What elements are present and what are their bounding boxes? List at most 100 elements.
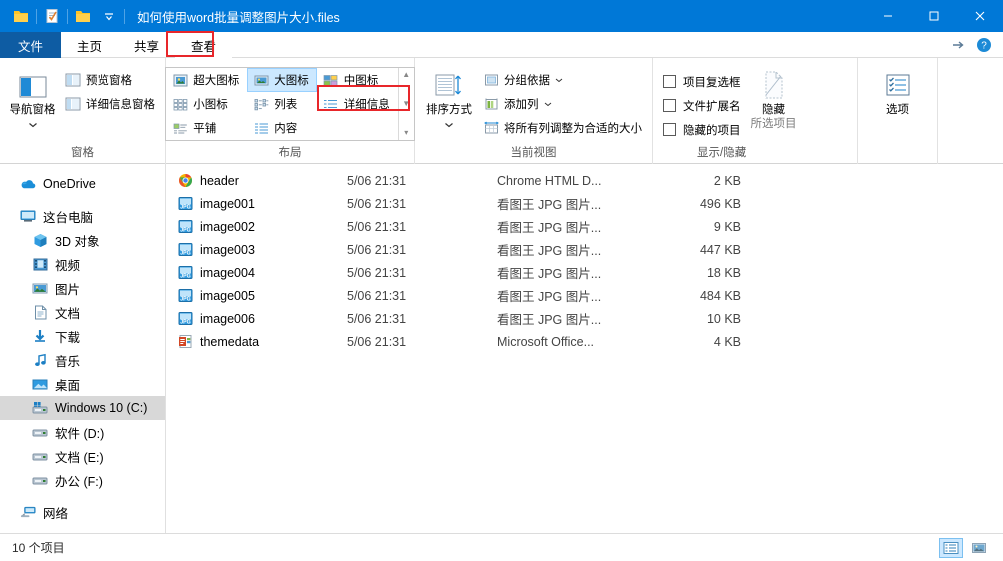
checkbox-hidden-items[interactable] (663, 123, 676, 136)
file-name-cell[interactable]: JPG image002 (167, 219, 347, 235)
tab-file[interactable]: 文件 (0, 32, 62, 58)
sidebar-label-desktop: 桌面 (55, 378, 81, 393)
sidebar-item-videos[interactable]: 视频 (0, 252, 165, 276)
add-columns-button[interactable]: 添加列 (479, 93, 646, 115)
gallery-label-details: 详细信息 (343, 99, 390, 111)
new-folder-icon[interactable] (70, 3, 96, 29)
sidebar-item-3d-objects[interactable]: 3D 对象 (0, 228, 165, 252)
file-explorer-window: 如何使用word批量调整图片大小.files 文件 主页 共享 查看 ? 导航窗… (0, 0, 1003, 561)
checkbox-file-extensions[interactable] (663, 99, 676, 112)
options-button[interactable]: 选项 (867, 63, 929, 117)
close-button[interactable] (957, 0, 1003, 32)
ribbon-group-show-hide: 项目复选框 文件扩展名 隐藏的项目 隐藏 所选项目 显示/隐藏 (653, 58, 858, 164)
sidebar-item-pictures[interactable]: 图片 (0, 276, 165, 300)
preview-pane-button[interactable]: 预览窗格 (61, 69, 159, 91)
file-name: image003 (200, 242, 255, 257)
quick-access-toolbar (0, 3, 127, 29)
gallery-label-medium-icons: 中图标 (343, 75, 379, 87)
3d-objects-icon (32, 232, 48, 248)
gallery-item-small-icons[interactable]: 小图标 (166, 92, 247, 116)
file-name-cell[interactable]: JPG image003 (167, 242, 347, 258)
office-theme-icon (177, 334, 193, 350)
gallery-more-icon[interactable]: ▾ (404, 129, 408, 137)
table-row[interactable]: JPG image001 5/06 21:31 看图王 JPG 图片... 49… (167, 192, 1003, 215)
sidebar-item-onedrive[interactable]: OneDrive (0, 172, 165, 196)
window-title: 如何使用word批量调整图片大小.files (137, 10, 340, 25)
item-checkboxes-option[interactable]: 项目复选框 (663, 71, 741, 92)
sidebar-item-drive-e[interactable]: 文档 (E:) (0, 444, 165, 468)
scroll-up-icon[interactable]: ▲ (402, 71, 410, 79)
table-row[interactable]: JPG image005 5/06 21:31 看图王 JPG 图片... 48… (167, 284, 1003, 307)
gallery-item-details[interactable]: 详细信息 (317, 92, 398, 116)
size-all-columns-button[interactable]: 将所有列调整为合适的大小 (479, 117, 646, 139)
file-name-cell[interactable]: themedata (167, 334, 347, 350)
hidden-items-option[interactable]: 隐藏的项目 (663, 119, 741, 140)
layout-gallery-scrollbar[interactable]: ▲ ▼ ▾ (397, 68, 414, 140)
gallery-item-list[interactable]: 列表 (247, 92, 317, 116)
scroll-down-icon[interactable]: ▼ (402, 100, 410, 108)
sidebar-item-drive-d[interactable]: 软件 (D:) (0, 420, 165, 444)
maximize-button[interactable] (911, 0, 957, 32)
onedrive-icon (20, 176, 36, 192)
qat-dropdown-icon[interactable] (96, 3, 122, 29)
folder-icon[interactable] (8, 3, 34, 29)
gallery-item-medium-icons[interactable]: 中图标 (317, 68, 398, 92)
file-date: 5/06 21:31 (347, 288, 407, 303)
qat-separator (36, 8, 37, 24)
list-view-icon (253, 96, 269, 112)
sidebar-item-this-pc[interactable]: 这台电脑 (0, 204, 165, 228)
window-controls (865, 0, 1003, 32)
file-type: 看图王 JPG 图片... (497, 221, 602, 235)
table-row[interactable]: themedata 5/06 21:31 Microsoft Office...… (167, 330, 1003, 353)
large-icons-view-button[interactable] (967, 538, 991, 558)
documents-icon (32, 304, 48, 320)
sidebar-item-drive-f[interactable]: 办公 (F:) (0, 468, 165, 492)
file-name-cell[interactable]: JPG image004 (167, 265, 347, 281)
tab-view[interactable]: 查看 (175, 32, 233, 58)
table-row[interactable]: header 5/06 21:31 Chrome HTML D... 2 KB (167, 169, 1003, 192)
downloads-icon (32, 328, 48, 344)
table-row[interactable]: JPG image006 5/06 21:31 看图王 JPG 图片... 10… (167, 307, 1003, 330)
gallery-item-large-icons[interactable]: 大图标 (247, 68, 317, 92)
sort-by-button[interactable]: 排序方式 (421, 63, 477, 131)
file-list[interactable]: header 5/06 21:31 Chrome HTML D... 2 KB … (167, 164, 1003, 533)
table-row[interactable]: JPG image004 5/06 21:31 看图王 JPG 图片... 18… (167, 261, 1003, 284)
file-extensions-label: 文件扩展名 (683, 100, 741, 113)
file-extensions-option[interactable]: 文件扩展名 (663, 95, 741, 116)
svg-text:JPG: JPG (180, 204, 190, 210)
help-icon[interactable]: ? (975, 36, 993, 54)
sidebar-label-network: 网络 (43, 506, 69, 521)
sidebar-item-music[interactable]: 音乐 (0, 348, 165, 372)
file-name-cell[interactable]: JPG image006 (167, 311, 347, 327)
details-pane-button[interactable]: 详细信息窗格 (61, 93, 159, 115)
tab-home[interactable]: 主页 (61, 32, 118, 58)
hide-selected-items-label-line1: 隐藏 (762, 104, 785, 116)
hide-selected-items-button[interactable]: 隐藏 所选项目 (745, 63, 803, 131)
gallery-item-extra-large-icons[interactable]: 超大图标 (166, 68, 247, 92)
sidebar-item-documents[interactable]: 文档 (0, 300, 165, 324)
ribbon-group-current-view: 排序方式 分组依据 添加列 将所有列调整为合适的大小 当前视图 (415, 58, 653, 164)
checkbox-item-checkboxes[interactable] (663, 75, 676, 88)
table-row[interactable]: JPG image003 5/06 21:31 看图王 JPG 图片... 44… (167, 238, 1003, 261)
sidebar-item-windows-drive[interactable]: Windows 10 (C:) (0, 396, 165, 420)
file-name-cell[interactable]: JPG image005 (167, 288, 347, 304)
details-view-button[interactable] (939, 537, 963, 558)
ribbon-group-layout: 超大图标 大图标 中图标 小图标 列表 详细信息 平铺 内容 ▲ ▼ ▾ 布局 (165, 58, 415, 164)
file-name-cell[interactable]: header (167, 173, 347, 189)
ribbon-collapse-icon[interactable] (949, 36, 967, 54)
minimize-button[interactable] (865, 0, 911, 32)
gallery-item-content[interactable]: 内容 (247, 116, 317, 140)
sidebar-item-downloads[interactable]: 下载 (0, 324, 165, 348)
gallery-item-tiles[interactable]: 平铺 (166, 116, 247, 140)
sidebar-item-network[interactable]: 网络 (0, 500, 165, 524)
file-size: 4 KB (713, 334, 741, 349)
properties-icon[interactable] (39, 3, 65, 29)
group-by-button[interactable]: 分组依据 (479, 69, 646, 91)
file-type: 看图王 JPG 图片... (497, 244, 602, 258)
tab-share[interactable]: 共享 (118, 32, 175, 58)
size-all-columns-icon (483, 120, 499, 136)
sidebar-item-desktop[interactable]: 桌面 (0, 372, 165, 396)
table-row[interactable]: JPG image002 5/06 21:31 看图王 JPG 图片... 9 … (167, 215, 1003, 238)
navigation-pane-button[interactable]: 导航窗格 (6, 63, 59, 131)
file-name-cell[interactable]: JPG image001 (167, 196, 347, 212)
